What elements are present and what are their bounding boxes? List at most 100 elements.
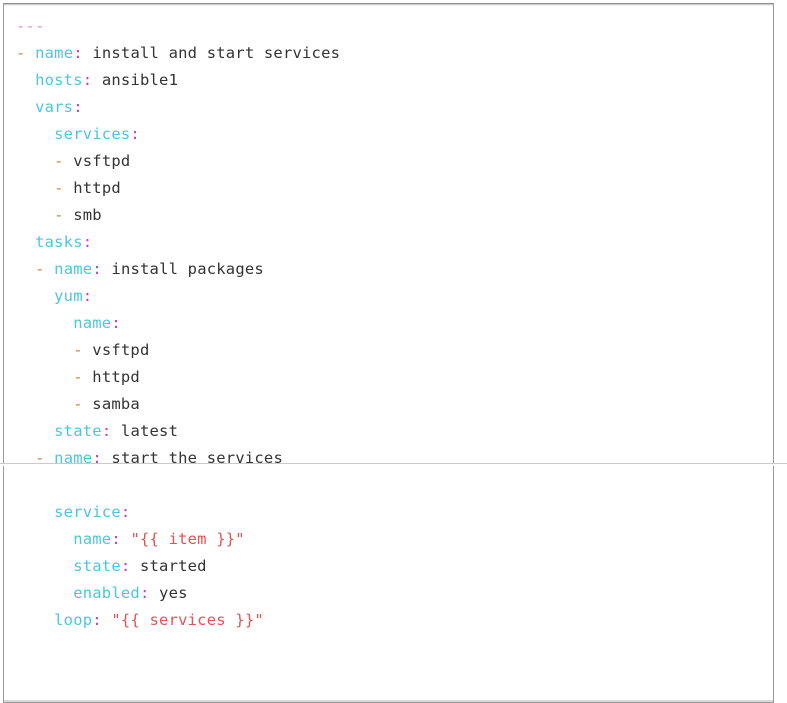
token-dash: - (73, 368, 83, 386)
token-key: hosts (35, 71, 83, 89)
token-val: smb (73, 206, 102, 224)
token-val: install and start services (92, 44, 341, 62)
token-val: httpd (92, 368, 140, 386)
code-line: name: "{{ item }}" (16, 526, 773, 553)
yaml-code-block[interactable]: --- - name: install and start services ho… (4, 4, 773, 634)
code-line: - httpd (16, 364, 773, 391)
code-line: service: (16, 499, 773, 526)
token-val: vsftpd (92, 341, 150, 359)
code-line: hosts: ansible1 (16, 67, 773, 94)
token-colon: : (92, 611, 102, 629)
token-colon: : (120, 503, 131, 521)
token-dash: - (54, 152, 64, 170)
token-key: service (54, 503, 121, 521)
token-key: enabled (73, 584, 140, 602)
token-colon: : (92, 449, 102, 467)
code-line: - vsftpd (16, 148, 773, 175)
token-colon: : (73, 44, 83, 62)
token-colon: : (130, 125, 140, 143)
token-key: name (35, 44, 74, 62)
token-key: tasks (35, 233, 83, 251)
code-line: yum: (16, 283, 773, 310)
token-dash: - (73, 395, 83, 413)
code-line: services: (16, 121, 773, 148)
code-line: - name: install and start services (16, 40, 773, 67)
code-line: - smb (16, 202, 773, 229)
token-val: ansible1 (101, 71, 179, 89)
token-colon: : (101, 422, 112, 440)
page-root: --- - name: install and start services ho… (0, 0, 787, 703)
token-colon: : (92, 260, 102, 278)
token-colon: : (82, 287, 93, 305)
token-val: install packages (111, 260, 264, 278)
token-dash: - (35, 260, 45, 278)
token-key: state (54, 422, 102, 440)
code-panel: --- - name: install and start services ho… (3, 3, 774, 703)
token-colon: : (120, 557, 131, 575)
token-key: name (73, 530, 112, 548)
code-line: - vsftpd (16, 337, 773, 364)
token-val: vsftpd (73, 152, 131, 170)
code-line: name: (16, 310, 773, 337)
token-key: yum (54, 287, 83, 305)
code-line: - httpd (16, 175, 773, 202)
token-val: httpd (73, 179, 121, 197)
token-str: "{{ services }}" (111, 611, 264, 629)
token-dash: - (35, 449, 45, 467)
code-line: tasks: (16, 229, 773, 256)
code-line: vars: (16, 94, 773, 121)
token-val: start the services (111, 449, 283, 467)
token-val: yes (159, 584, 188, 602)
code-line: - samba (16, 391, 773, 418)
token-key: name (54, 449, 93, 467)
code-line: state: latest (16, 418, 773, 445)
code-line: loop: "{{ services }}" (16, 607, 773, 634)
token-val: started (139, 557, 207, 575)
token-str: "{{ item }}" (130, 530, 245, 548)
token-key: name (73, 314, 112, 332)
token-colon: : (111, 530, 121, 548)
token-colon: : (111, 314, 121, 332)
token-val: samba (92, 395, 140, 413)
code-line: enabled: yes (16, 580, 773, 607)
code-line: - name: start the services (16, 445, 773, 472)
code-line: --- (16, 13, 773, 40)
token-key: state (73, 557, 121, 575)
token-key: vars (35, 98, 74, 116)
code-line: state: started (16, 553, 773, 580)
